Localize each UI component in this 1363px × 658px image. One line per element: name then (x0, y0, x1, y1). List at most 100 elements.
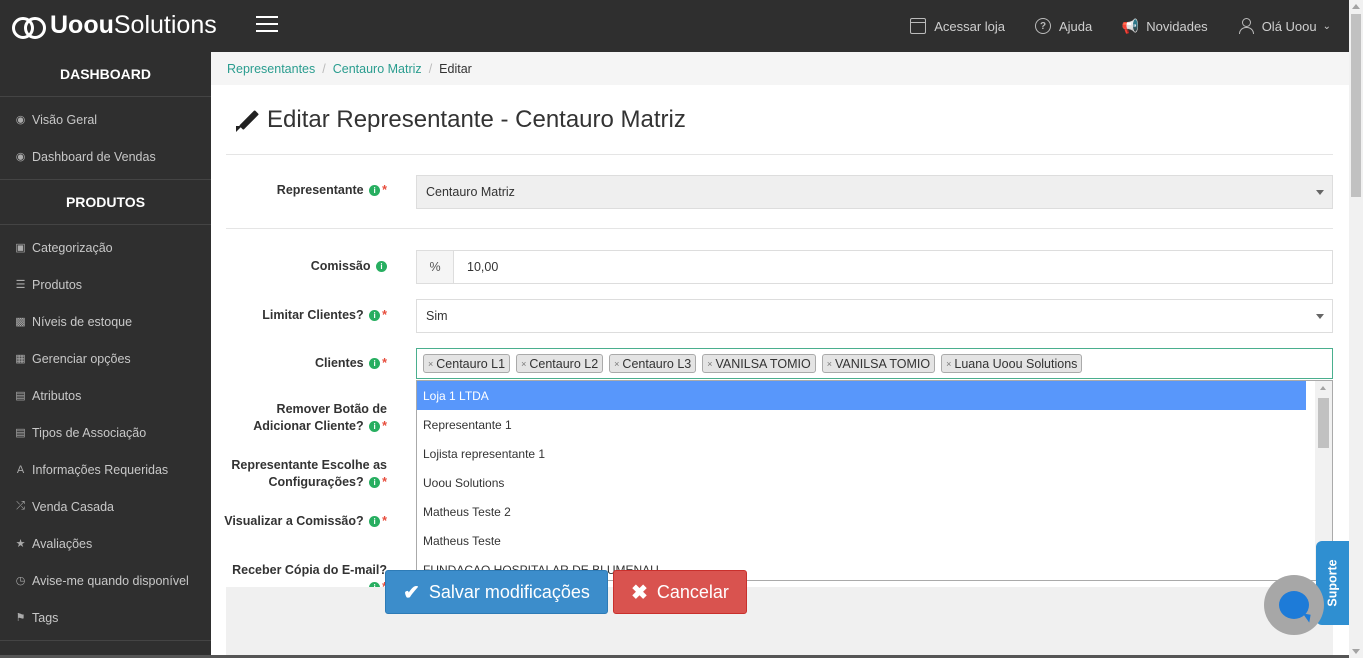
limitar-clientes-select[interactable]: Sim (416, 299, 1333, 333)
dropdown-option[interactable]: Loja 1 LTDA (417, 381, 1306, 410)
random-icon: ⤮ (16, 500, 25, 512)
pencil-icon (235, 107, 261, 133)
remove-tag-icon[interactable]: × (428, 359, 433, 369)
sidebar-item-label: Avise-me quando disponível (32, 573, 189, 588)
required-marker: * (382, 419, 387, 433)
clock-icon: ◷ (15, 575, 26, 587)
logo-icon (12, 17, 46, 39)
list-icon: ☰ (15, 279, 26, 291)
sidebar-group-dashboard: ◉ Visão Geral ◉ Dashboard de Vendas (0, 97, 211, 180)
sidebar-item-label: Tags (32, 610, 59, 625)
check-icon: ✔ (403, 581, 420, 604)
info-icon[interactable]: i (369, 185, 381, 196)
brand-name-light: Solutions (113, 10, 217, 39)
dropdown-option[interactable]: Lojista representante 1 (417, 439, 1306, 468)
info-icon[interactable]: i (376, 261, 387, 272)
client-tag: × Centauro L3 (609, 354, 697, 373)
top-nav-links: Acessar loja ? Ajuda 📢 Novidades Olá Uoo… (880, 0, 1331, 52)
client-tag: × VANILSA TOMIO (702, 354, 816, 373)
info-icon[interactable]: i (369, 516, 381, 527)
sidebar-item-atributos[interactable]: ▤ Atributos (0, 377, 211, 414)
grid-icon: ▦ (15, 353, 26, 365)
sidebar-item-produtos[interactable]: ☰ Produtos (0, 266, 211, 303)
chat-widget-button[interactable] (1264, 575, 1324, 635)
sidebar-item-venda-casada[interactable]: ⤮ Venda Casada (0, 488, 211, 525)
client-tag: × Luana Uoou Solutions (941, 354, 1083, 373)
remove-tag-icon[interactable]: × (521, 359, 526, 369)
info-icon[interactable]: i (369, 477, 381, 488)
breadcrumb-separator: / (428, 61, 433, 76)
required-marker: * (382, 183, 387, 197)
sidebar-item-gerenciar-opcoes[interactable]: ▦ Gerenciar opções (0, 340, 211, 377)
dropdown-option[interactable]: Representante 1 (417, 410, 1306, 439)
info-icon[interactable]: i (369, 358, 381, 369)
sidebar-item-avaliacoes[interactable]: ★ Avaliações (0, 525, 211, 562)
info-icon[interactable]: i (369, 310, 381, 321)
page-title: Editar Representante - Centauro Matriz (235, 106, 686, 134)
brand-name-bold: Uoou (50, 10, 114, 39)
divider (226, 228, 1333, 229)
remove-tag-icon[interactable]: × (827, 359, 832, 369)
save-button[interactable]: ✔ Salvar modificações (385, 570, 608, 614)
sidebar-item-label: Produtos (32, 277, 83, 292)
sidebar-item-categorizacao[interactable]: ▣ Categorização (0, 229, 211, 266)
sidebar-item-label: Tipos de Associação (32, 425, 147, 440)
sidebar-item-tags[interactable]: ⚑ Tags (0, 599, 211, 636)
breadcrumb-separator: / (322, 61, 326, 76)
representante-label: Representante i * (276, 183, 387, 197)
info-icon[interactable]: i (369, 421, 381, 432)
sidebar-item-visao-geral[interactable]: ◉ Visão Geral (0, 101, 211, 138)
visualizar-comissao-label: Visualizar a Comissão? i * (224, 514, 387, 528)
access-store-link[interactable]: Acessar loja (910, 18, 1005, 34)
sidebar-item-informacoes-requeridas[interactable]: A Informações Requeridas (0, 451, 211, 488)
comissao-input[interactable]: % 10,00 (416, 250, 1333, 284)
access-store-label: Acessar loja (934, 18, 1005, 34)
breadcrumb-representantes[interactable]: Representantes (227, 62, 315, 76)
page-scrollbar[interactable] (1349, 0, 1363, 658)
limitar-clientes-label: Limitar Clientes? i * (262, 308, 387, 322)
client-tag: × Centauro L2 (516, 354, 604, 373)
remove-tag-icon[interactable]: × (946, 359, 951, 369)
escolhe-config-label: Representante Escolhe as Configurações? i… (231, 458, 387, 489)
breadcrumb-centauro-matriz[interactable]: Centauro Matriz (333, 62, 422, 76)
sidebar-item-label: Visão Geral (32, 112, 98, 127)
clientes-label: Clientes i * (315, 356, 387, 370)
clientes-multiselect[interactable]: × Centauro L1 × Centauro L2 × Centauro L3 ×… (416, 348, 1333, 379)
dropdown-option[interactable]: Matheus Teste 2 (417, 497, 1306, 526)
clientes-dropdown: Loja 1 LTDA Representante 1 Lojista repr… (416, 380, 1333, 581)
sidebar-item-avise-me[interactable]: ◷ Avise-me quando disponível (0, 562, 211, 599)
sidebar-item-label: Níveis de estoque (32, 314, 133, 329)
help-link[interactable]: ? Ajuda (1035, 18, 1092, 34)
dropdown-option[interactable]: Uoou Solutions (417, 468, 1306, 497)
sidebar-item-label: Categorização (32, 240, 113, 255)
remove-tag-icon[interactable]: × (707, 359, 712, 369)
client-tag: × Centauro L1 (423, 354, 511, 373)
sidebar-item-niveis-estoque[interactable]: ▩ Níveis de estoque (0, 303, 211, 340)
representante-select[interactable]: Centauro Matriz (416, 175, 1333, 209)
remover-botao-label: Remover Botão de Adicionar Cliente? i * (253, 402, 387, 433)
percent-addon: % (417, 251, 454, 283)
dropdown-option[interactable]: Matheus Teste (417, 526, 1306, 555)
caret-down-icon (1316, 189, 1324, 195)
sidebar-item-label: Avaliações (32, 536, 93, 551)
sidebar-item-tipos-associacao[interactable]: ▤ Tipos de Associação (0, 414, 211, 451)
required-marker: * (382, 308, 387, 322)
sidebar-item-label: Atributos (32, 388, 82, 403)
user-menu[interactable]: Olá Uoou ⌄ (1238, 18, 1331, 34)
brand-logo[interactable]: Uoou Solutions (12, 10, 217, 40)
comissao-label: Comissão i (207, 258, 387, 275)
sidebar-section-title: PRODUTOS (0, 180, 211, 225)
list-alt-icon: ▤ (15, 390, 26, 402)
page-title-text: Editar Representante - Centauro Matriz (267, 106, 686, 133)
sidebar-item-dashboard-vendas[interactable]: ◉ Dashboard de Vendas (0, 138, 211, 175)
news-link[interactable]: 📢 Novidades (1121, 17, 1208, 34)
remove-tag-icon[interactable]: × (614, 359, 619, 369)
user-greeting: Olá Uoou (1261, 18, 1317, 34)
menu-toggle-icon[interactable] (256, 16, 278, 32)
bullhorn-icon: 📢 (1121, 17, 1139, 34)
cubes-icon: ▩ (15, 316, 26, 328)
cancel-button[interactable]: ✖ Cancelar (613, 570, 747, 614)
folder-icon: ▣ (15, 242, 26, 254)
calendar-icon (910, 18, 927, 34)
comissao-value: 10,00 (467, 260, 499, 274)
